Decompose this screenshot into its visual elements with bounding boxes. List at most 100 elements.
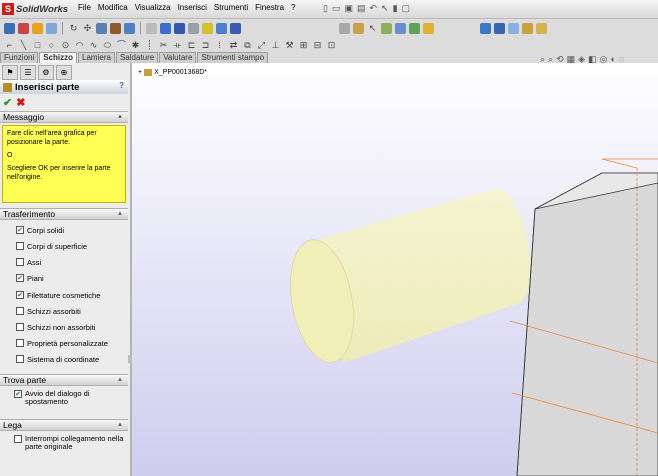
dim-xpert-icon[interactable]: ⊕ <box>56 65 72 80</box>
polygon-icon[interactable]: ⊙ <box>60 40 71 51</box>
tool-e-icon[interactable] <box>536 22 547 34</box>
move-icon[interactable]: ⇄ <box>228 40 239 51</box>
display-icon[interactable] <box>230 22 241 34</box>
menu-inserisci[interactable]: Inserisci <box>178 3 207 16</box>
rebuild-icon[interactable]: ▮ <box>393 3 398 15</box>
centerline-icon[interactable]: ┊ <box>144 40 155 51</box>
section-trasferimento-header[interactable]: Trasferimento ▴ <box>0 208 128 220</box>
shaded-edges-icon[interactable] <box>174 22 185 34</box>
menu-file[interactable]: File <box>78 3 91 16</box>
checkbox[interactable] <box>14 435 22 443</box>
fillet-icon[interactable]: ⌒ <box>116 40 127 51</box>
graphics-area[interactable] <box>132 63 658 476</box>
option-assi[interactable]: Assi <box>16 256 41 268</box>
print-icon[interactable]: ▤ <box>357 3 366 15</box>
scene-icon[interactable]: ◌ <box>619 54 624 66</box>
view-orientation-icon[interactable]: ◈ <box>578 54 585 66</box>
hidden-lines-icon[interactable] <box>188 22 199 34</box>
scene-icon[interactable] <box>216 22 227 34</box>
menu-finestra[interactable]: Finestra <box>255 3 284 16</box>
option-corpi-solidi[interactable]: ✔ Corpi solidi <box>16 224 64 236</box>
tool-c-icon[interactable] <box>508 22 519 34</box>
rotate-icon[interactable]: ↻ <box>68 23 79 34</box>
scale-icon[interactable]: ⤢ <box>256 40 267 51</box>
checkbox[interactable] <box>16 339 24 347</box>
checkbox[interactable]: ✔ <box>14 390 22 398</box>
section-view-icon[interactable]: ▦ <box>567 54 576 66</box>
new-icon[interactable] <box>4 22 15 34</box>
menu-strumenti[interactable]: Strumenti <box>214 3 248 16</box>
options-icon[interactable]: ▢ <box>402 3 411 15</box>
option-sistema-coordinate[interactable]: Sistema di coordinate <box>16 353 99 365</box>
pan-icon[interactable]: ✣ <box>82 23 93 34</box>
tab-schizzo[interactable]: Schizzo <box>39 52 78 63</box>
tab-saldature[interactable]: Saldature <box>115 52 159 63</box>
tool-a-icon[interactable] <box>480 22 491 34</box>
evaluate-icon[interactable] <box>409 22 420 34</box>
option-filettature[interactable]: ✔ Filettature cosmetiche <box>16 289 100 301</box>
point-icon[interactable]: ✱ <box>130 40 141 51</box>
mirror-icon[interactable]: ⟛ <box>172 40 183 51</box>
checkbox[interactable] <box>16 258 24 266</box>
menu-help[interactable]: ? <box>291 3 295 16</box>
new-doc-icon[interactable]: ▯ <box>323 3 328 15</box>
pattern-icon[interactable]: ⁞ <box>214 40 225 51</box>
section-lega-header[interactable]: Lega ▴ <box>0 419 128 431</box>
tab-strumenti-stampo[interactable]: Strumenti stampo <box>197 52 269 63</box>
grid-icon[interactable] <box>339 22 350 34</box>
line-icon[interactable]: ╲ <box>18 40 29 51</box>
help-icon[interactable]: ? <box>119 81 124 90</box>
checkbox[interactable]: ✔ <box>16 226 24 234</box>
open-icon[interactable]: ▭ <box>332 3 341 15</box>
menu-modifica[interactable]: Modifica <box>98 3 128 16</box>
rapid-sketch-icon[interactable]: ⊟ <box>312 40 323 51</box>
wireframe-icon[interactable] <box>146 22 157 34</box>
option-schizzi-assorbiti[interactable]: Schizzi assorbiti <box>16 305 81 317</box>
option-proprieta[interactable]: Proprietà personalizzate <box>16 337 108 349</box>
shaded-icon[interactable] <box>160 22 171 34</box>
checkbox[interactable] <box>16 307 24 315</box>
feature-tree-item[interactable]: + X_PP0001368D* <box>138 67 207 77</box>
option-schizzi-non-assorbiti[interactable]: Schizzi non assorbiti <box>16 321 95 333</box>
cancel-button[interactable]: ✖ <box>16 96 25 109</box>
edit-appearance-icon[interactable]: ◐ <box>610 54 615 66</box>
tab-lamiera[interactable]: Lamiera <box>78 52 115 63</box>
trim-icon[interactable]: ✂ <box>158 40 169 51</box>
feature-manager-icon[interactable]: ⚑ <box>2 65 18 80</box>
relation-icon[interactable]: ⊥ <box>270 40 281 51</box>
section-trova-parte-header[interactable]: Trova parte ▴ <box>0 374 128 386</box>
collapse-icon[interactable]: ▴ <box>116 376 124 384</box>
relations-icon[interactable] <box>395 22 406 34</box>
box-part[interactable] <box>509 158 658 476</box>
tab-valutare[interactable]: Valutare <box>159 52 197 63</box>
option-piani[interactable]: ✔ Piani <box>16 272 44 284</box>
circle-icon[interactable]: ○ <box>46 40 57 51</box>
repair-icon[interactable]: ⚒ <box>284 40 295 51</box>
option-corpi-superficie[interactable]: Corpi di superficie <box>16 240 87 252</box>
tab-funzioni[interactable]: Funzioni <box>0 52 39 63</box>
appearance-icon[interactable] <box>202 22 213 34</box>
ok-button[interactable]: ✔ <box>3 96 12 109</box>
sketch-icon[interactable] <box>353 22 364 34</box>
panel-splitter[interactable] <box>128 355 132 363</box>
menu-visualizza[interactable]: Visualizza <box>135 3 171 16</box>
dimension-icon[interactable] <box>381 22 392 34</box>
measure-icon[interactable] <box>110 22 121 34</box>
collapse-icon[interactable]: ▴ <box>116 421 124 429</box>
configuration-manager-icon[interactable]: ⚙ <box>38 65 54 80</box>
property-manager-icon[interactable]: ☰ <box>20 65 36 80</box>
copy-icon[interactable]: ⧉ <box>242 40 253 51</box>
undo-icon[interactable]: ↶ <box>370 3 378 15</box>
section-icon[interactable] <box>124 22 135 34</box>
tool-d-icon[interactable] <box>522 22 533 34</box>
option-interrompi-collegamento[interactable]: Interrompi collegamento nella parte orig… <box>14 435 125 455</box>
collapse-icon[interactable]: ▴ <box>116 113 124 121</box>
spline-icon[interactable]: ∿ <box>88 40 99 51</box>
zoom-area-icon[interactable]: ⌕ <box>548 54 553 66</box>
quick-snaps-icon[interactable]: ⊞ <box>298 40 309 51</box>
select-icon[interactable]: ↖ <box>381 3 389 15</box>
instant-icon[interactable]: ⊡ <box>326 40 337 51</box>
expand-plus-icon[interactable]: + <box>138 69 142 76</box>
option-avvio-dialogo[interactable]: ✔ Avvio del dialogo di spostamento <box>14 390 115 410</box>
window-icon[interactable] <box>46 22 57 34</box>
